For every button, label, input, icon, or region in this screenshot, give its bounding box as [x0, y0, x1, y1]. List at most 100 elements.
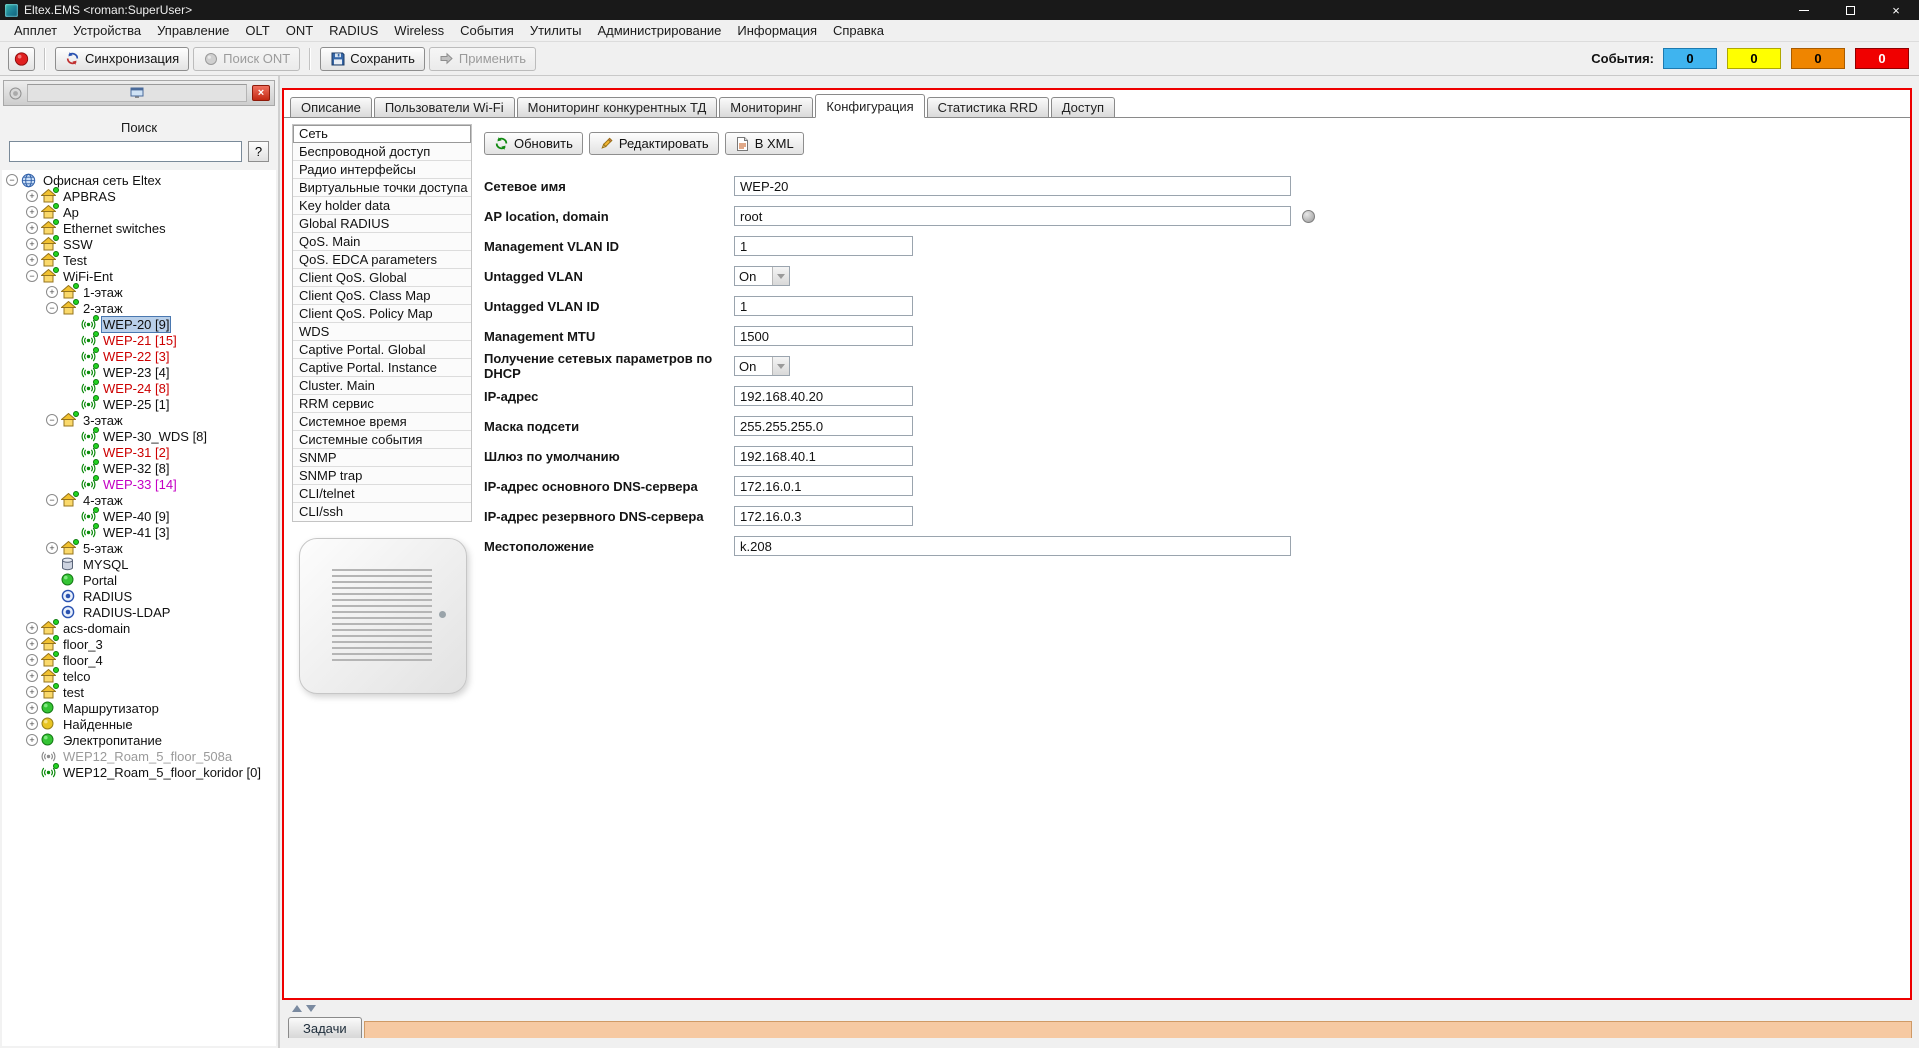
tree-collapse-icon[interactable]: −	[46, 302, 58, 314]
config-section-item[interactable]: Client QoS. Global	[293, 269, 471, 287]
tree-node[interactable]: RADIUS-LDAP	[2, 604, 276, 620]
select-field[interactable]: On	[734, 266, 790, 286]
close-button[interactable]: ×	[1873, 0, 1919, 20]
tree-expand-icon[interactable]: +	[26, 622, 38, 634]
tree-node[interactable]: +APBRAS	[2, 188, 276, 204]
tree-node[interactable]: −WiFi-Ent	[2, 268, 276, 284]
tree-node[interactable]: WEP-33 [14]	[2, 476, 276, 492]
tree-node[interactable]: WEP-41 [3]	[2, 524, 276, 540]
config-section-item[interactable]: CLI/ssh	[293, 503, 471, 521]
tab-tasks[interactable]: Задачи	[288, 1017, 362, 1038]
config-section-item[interactable]: Виртуальные точки доступа	[293, 179, 471, 197]
tree-expand-icon[interactable]: +	[26, 654, 38, 666]
menu-item-2[interactable]: Управление	[149, 21, 237, 40]
action-xml-button[interactable]: В XML	[725, 132, 804, 155]
tree-expand-icon[interactable]: +	[26, 702, 38, 714]
tree-collapse-icon[interactable]: −	[6, 174, 18, 186]
config-section-item[interactable]: Сеть	[293, 125, 471, 143]
config-section-item[interactable]: SNMP trap	[293, 467, 471, 485]
tab-3[interactable]: Мониторинг	[719, 97, 813, 118]
menu-item-9[interactable]: Администрирование	[589, 21, 729, 40]
tree-expand-icon[interactable]: +	[26, 670, 38, 682]
text-field[interactable]: 192.168.40.20	[734, 386, 913, 406]
tree-node[interactable]: +Ethernet switches	[2, 220, 276, 236]
tree-node[interactable]: +SSW	[2, 236, 276, 252]
menu-item-11[interactable]: Справка	[825, 21, 892, 40]
menu-item-10[interactable]: Информация	[729, 21, 825, 40]
tree-collapse-icon[interactable]: −	[26, 270, 38, 282]
event-counter-info[interactable]: 0	[1663, 48, 1717, 69]
splitter-up-icon[interactable]	[292, 1005, 302, 1012]
toolbar-sync-button[interactable]: Синхронизация	[55, 47, 189, 71]
tree-node[interactable]: +1-этаж	[2, 284, 276, 300]
tree-node[interactable]: +Электропитание	[2, 732, 276, 748]
text-field[interactable]: 1	[734, 236, 913, 256]
text-field[interactable]: root	[734, 206, 1291, 226]
tree-node[interactable]: −3-этаж	[2, 412, 276, 428]
config-section-item[interactable]: Global RADIUS	[293, 215, 471, 233]
tab-1[interactable]: Пользователи Wi-Fi	[374, 97, 515, 118]
config-section-item[interactable]: Client QoS. Policy Map	[293, 305, 471, 323]
text-field[interactable]: 192.168.40.1	[734, 446, 913, 466]
config-section-item[interactable]: SNMP	[293, 449, 471, 467]
tab-2[interactable]: Мониторинг конкурентных ТД	[517, 97, 718, 118]
tree-expand-icon[interactable]: +	[26, 206, 38, 218]
menu-item-3[interactable]: OLT	[237, 21, 277, 40]
text-field[interactable]: 1500	[734, 326, 913, 346]
help-button[interactable]: ?	[248, 141, 269, 162]
config-section-item[interactable]: Cluster. Main	[293, 377, 471, 395]
panel-close-button[interactable]: ×	[252, 85, 270, 101]
toolbar-apply-button[interactable]: Применить	[429, 47, 536, 71]
config-section-item[interactable]: Радио интерфейсы	[293, 161, 471, 179]
tree-node[interactable]: −4-этаж	[2, 492, 276, 508]
chevron-down-icon[interactable]	[772, 267, 789, 285]
menu-item-1[interactable]: Устройства	[65, 21, 149, 40]
menu-item-4[interactable]: ONT	[278, 21, 321, 40]
text-field[interactable]: 1	[734, 296, 913, 316]
tree-expand-icon[interactable]: +	[26, 734, 38, 746]
config-section-item[interactable]: WDS	[293, 323, 471, 341]
config-section-item[interactable]: QoS. EDCA parameters	[293, 251, 471, 269]
tree-expand-icon[interactable]: +	[26, 222, 38, 234]
text-field[interactable]: k.208	[734, 536, 1291, 556]
event-counter-critical[interactable]: 0	[1855, 48, 1909, 69]
config-section-item[interactable]: Системные события	[293, 431, 471, 449]
tree-node[interactable]: MYSQL	[2, 556, 276, 572]
tree-node[interactable]: −2-этаж	[2, 300, 276, 316]
text-field[interactable]: 172.16.0.1	[734, 476, 913, 496]
tab-5[interactable]: Статистика RRD	[927, 97, 1049, 118]
tree-expand-icon[interactable]: +	[26, 638, 38, 650]
tab-0[interactable]: Описание	[290, 97, 372, 118]
tree-node[interactable]: RADIUS	[2, 588, 276, 604]
tree-node[interactable]: −Офисная сеть Eltex	[2, 172, 276, 188]
tree-node[interactable]: +Test	[2, 252, 276, 268]
tree-node[interactable]: WEP-21 [15]	[2, 332, 276, 348]
tree-collapse-icon[interactable]: −	[46, 414, 58, 426]
panel-knob-icon[interactable]	[8, 86, 22, 100]
text-field[interactable]: 255.255.255.0	[734, 416, 913, 436]
maximize-button[interactable]	[1827, 0, 1873, 20]
tree-node[interactable]: WEP12_Roam_5_floor_508a	[2, 748, 276, 764]
tree-expand-icon[interactable]: +	[26, 190, 38, 202]
select-field[interactable]: On	[734, 356, 790, 376]
action-edit-button[interactable]: Редактировать	[589, 132, 719, 155]
config-section-item[interactable]: Client QoS. Class Map	[293, 287, 471, 305]
splitter[interactable]	[282, 1002, 1912, 1015]
tree-node[interactable]: WEP-40 [9]	[2, 508, 276, 524]
tree-node[interactable]: WEP-23 [4]	[2, 364, 276, 380]
minimize-button[interactable]	[1781, 0, 1827, 20]
tree-node[interactable]: WEP-20 [9]	[2, 316, 276, 332]
text-field[interactable]: 172.16.0.3	[734, 506, 913, 526]
tree-node[interactable]: +floor_4	[2, 652, 276, 668]
config-section-item[interactable]: QoS. Main	[293, 233, 471, 251]
config-section-item[interactable]: Key holder data	[293, 197, 471, 215]
toolbar-search-ont-button[interactable]: Поиск ONT	[193, 47, 300, 71]
tree-node[interactable]: WEP12_Roam_5_floor_koridor [0]	[2, 764, 276, 780]
tree-node[interactable]: WEP-25 [1]	[2, 396, 276, 412]
tree-node[interactable]: +test	[2, 684, 276, 700]
splitter-down-icon[interactable]	[306, 1005, 316, 1012]
text-field[interactable]: WEP-20	[734, 176, 1291, 196]
action-refresh-button[interactable]: Обновить	[484, 132, 583, 155]
tree-node[interactable]: WEP-30_WDS [8]	[2, 428, 276, 444]
tree-expand-icon[interactable]: +	[46, 542, 58, 554]
